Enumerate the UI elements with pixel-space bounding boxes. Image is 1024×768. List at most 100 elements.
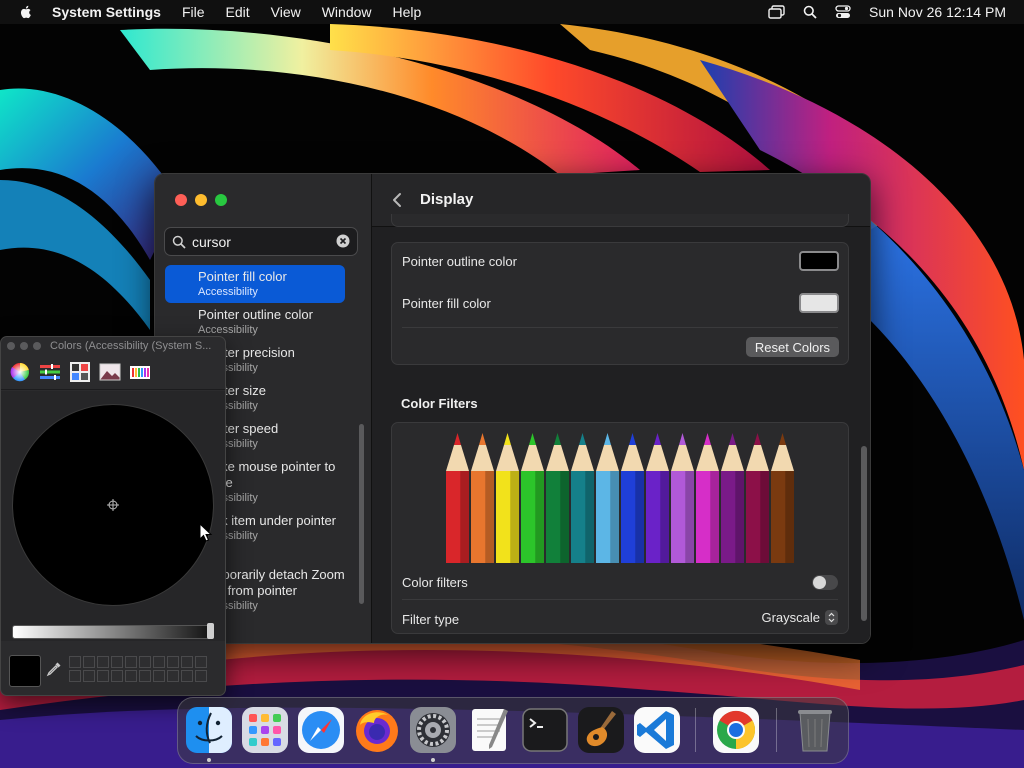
apple-menu-icon[interactable] — [18, 4, 34, 20]
current-color-well[interactable] — [9, 655, 41, 687]
color-filters-toggle[interactable] — [812, 575, 838, 590]
saved-swatch[interactable] — [167, 656, 179, 668]
reset-colors-button[interactable]: Reset Colors — [746, 337, 839, 357]
saved-swatch[interactable] — [167, 670, 179, 682]
saved-swatch[interactable] — [181, 670, 193, 682]
image-palettes-mode-icon[interactable] — [99, 361, 121, 383]
color-wheel-mode-icon[interactable] — [9, 361, 31, 383]
close-window-button[interactable] — [175, 194, 187, 206]
dock-garageband-icon[interactable] — [576, 705, 626, 755]
page-title: Display — [420, 191, 474, 208]
popup-chevrons-icon — [825, 610, 838, 625]
color-filters-label: Color filters — [402, 575, 468, 590]
pencil — [596, 433, 619, 563]
colors-minimize-button[interactable] — [20, 342, 28, 350]
settings-search-field[interactable] — [164, 227, 358, 256]
screen-mirroring-icon[interactable] — [768, 5, 785, 19]
filter-type-value: Grayscale — [761, 610, 820, 625]
pointer-fill-color-well[interactable] — [799, 293, 839, 313]
color-palettes-mode-icon[interactable] — [69, 361, 91, 383]
pointer-outline-color-well[interactable] — [799, 251, 839, 271]
saved-swatch[interactable] — [139, 670, 151, 682]
pencil — [546, 433, 569, 563]
saved-swatch[interactable] — [139, 656, 151, 668]
minimize-window-button[interactable] — [195, 194, 207, 206]
saved-swatch[interactable] — [111, 656, 123, 668]
saved-swatch[interactable] — [195, 670, 207, 682]
filter-type-popup[interactable]: Grayscale — [761, 610, 838, 625]
dock-launchpad-icon[interactable] — [240, 705, 290, 755]
color-sliders-mode-icon[interactable] — [39, 361, 61, 383]
previous-settings-group — [391, 214, 849, 227]
color-filters-group: Color filters Filter type Grayscale — [391, 422, 849, 634]
search-input[interactable] — [192, 233, 332, 250]
colors-zoom-button[interactable] — [33, 342, 41, 350]
window-controls — [175, 194, 227, 206]
color-wheel[interactable] — [12, 404, 214, 606]
toggle-knob — [813, 576, 826, 589]
dock-system-settings-icon[interactable] — [408, 705, 458, 755]
dock-chrome-icon[interactable] — [711, 705, 761, 755]
dock-textedit-icon[interactable] — [464, 705, 514, 755]
saved-swatch[interactable] — [83, 670, 95, 682]
menu-view[interactable]: View — [271, 4, 301, 20]
pencils-mode-icon[interactable] — [129, 361, 151, 383]
dock-finder-icon[interactable] — [184, 705, 234, 755]
color-wheel-area — [1, 391, 225, 641]
eyedropper-icon[interactable] — [46, 661, 62, 677]
saved-swatch[interactable] — [83, 656, 95, 668]
menu-help[interactable]: Help — [393, 4, 422, 20]
saved-swatch[interactable] — [97, 670, 109, 682]
menu-app-name[interactable]: System Settings — [52, 4, 161, 20]
saved-swatch[interactable] — [153, 670, 165, 682]
colors-close-button[interactable] — [7, 342, 15, 350]
dock-safari-icon[interactable] — [296, 705, 346, 755]
saved-swatch[interactable] — [111, 670, 123, 682]
saved-swatch[interactable] — [195, 656, 207, 668]
pencil — [721, 433, 744, 563]
system-settings-running-indicator — [431, 758, 435, 762]
row-divider — [402, 599, 838, 600]
saved-swatch[interactable] — [153, 656, 165, 668]
colors-panel-title-bar: Colors (Accessibility (System S... — [1, 337, 225, 355]
saved-swatch[interactable] — [97, 656, 109, 668]
menu-window[interactable]: Window — [322, 4, 372, 20]
zoom-window-button[interactable] — [215, 194, 227, 206]
menu-bar: System Settings File Edit View Window He… — [0, 0, 1024, 24]
back-chevron-icon[interactable] — [390, 191, 406, 209]
colors-panel-title: Colors (Accessibility (System S... — [50, 340, 212, 352]
dock-terminal-icon[interactable] — [520, 705, 570, 755]
saved-swatch[interactable] — [69, 656, 81, 668]
spotlight-search-icon[interactable] — [803, 5, 817, 19]
pointer-fill-color-label: Pointer fill color — [402, 296, 491, 311]
saved-swatch[interactable] — [69, 670, 81, 682]
mouse-pointer-icon — [199, 523, 213, 542]
pencil — [621, 433, 644, 563]
pencil — [771, 433, 794, 563]
dock-vscode-icon[interactable] — [632, 705, 682, 755]
sidebar-scrollbar[interactable] — [359, 424, 364, 604]
control-center-icon[interactable] — [835, 5, 851, 19]
dock-trash-icon[interactable] — [790, 705, 840, 755]
menu-edit[interactable]: Edit — [226, 4, 250, 20]
search-result-pointer-fill-color[interactable]: Pointer fill color Accessibility — [165, 265, 345, 303]
menu-bar-clock[interactable]: Sun Nov 26 12:14 PM — [869, 4, 1006, 20]
clear-search-icon[interactable] — [336, 234, 350, 248]
dock-firefox-icon[interactable] — [352, 705, 402, 755]
dock-separator — [776, 708, 777, 752]
brightness-slider[interactable] — [12, 623, 214, 639]
menu-file[interactable]: File — [182, 4, 205, 20]
pencil — [671, 433, 694, 563]
saved-swatch[interactable] — [125, 656, 137, 668]
filter-type-label: Filter type — [402, 612, 460, 627]
color-filters-section-title: Color Filters — [401, 396, 478, 411]
pencil — [496, 433, 519, 563]
saved-swatch[interactable] — [125, 670, 137, 682]
saved-swatches-grid[interactable] — [69, 656, 207, 682]
brightness-slider-handle[interactable] — [207, 623, 214, 639]
saved-swatch[interactable] — [181, 656, 193, 668]
pencil — [646, 433, 669, 563]
colors-panel: Colors (Accessibility (System S... — [0, 336, 226, 696]
pencil — [521, 433, 544, 563]
content-scrollbar[interactable] — [861, 446, 867, 621]
